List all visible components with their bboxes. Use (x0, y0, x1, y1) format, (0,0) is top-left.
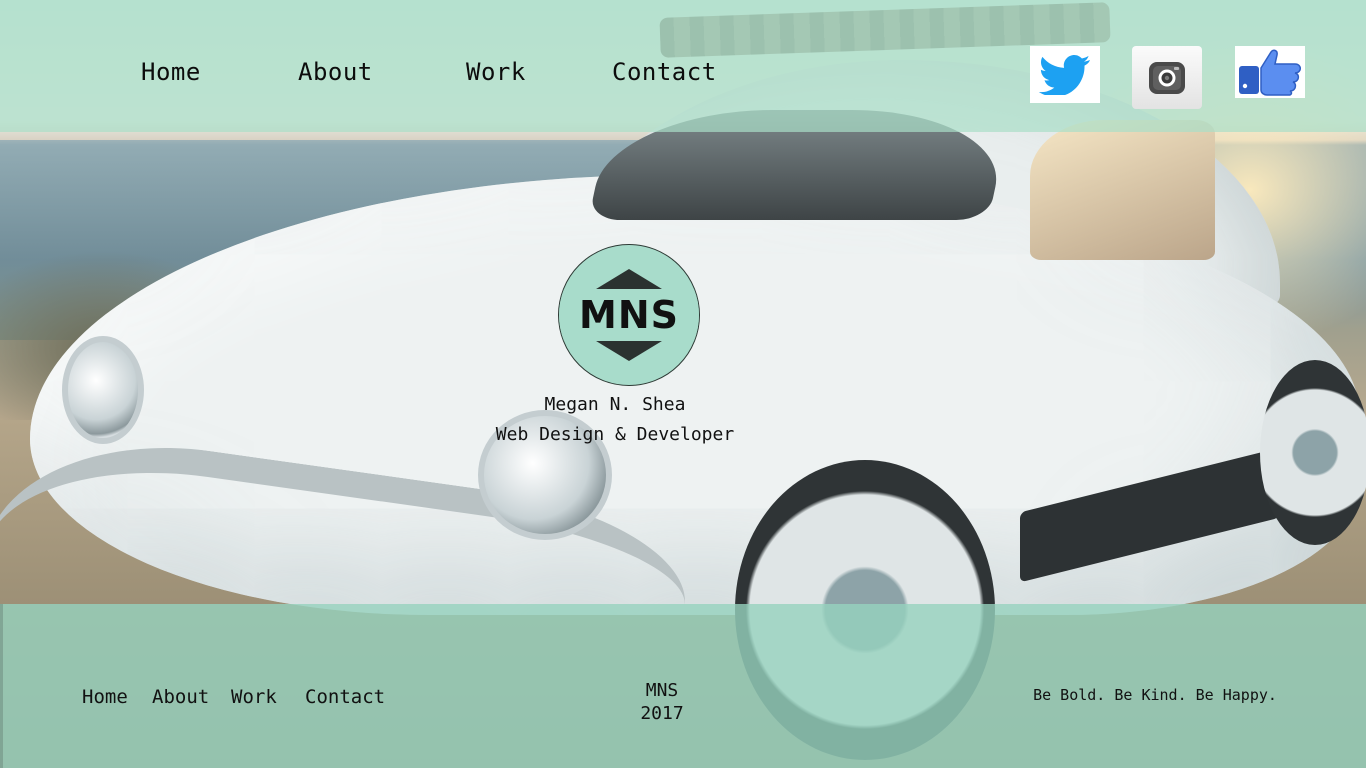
nav-contact-link[interactable]: Contact (612, 58, 717, 86)
footer-year: 2017 (640, 703, 684, 724)
nav-home-link[interactable]: Home (141, 58, 201, 86)
owner-name: Megan N. Shea (544, 394, 686, 415)
car-headlight-left (62, 336, 144, 444)
twitter-bird-icon (1038, 54, 1090, 95)
footer-work-link[interactable]: Work (231, 686, 277, 708)
footer-brand-name: MNS (645, 680, 679, 701)
footer-about-link[interactable]: About (152, 686, 209, 708)
thumbs-up-icon (1239, 49, 1301, 96)
footer-contact-link[interactable]: Contact (305, 686, 385, 708)
car-side-window (1030, 120, 1215, 260)
owner-title: Web Design & Developer (495, 424, 735, 445)
instagram-link[interactable] (1132, 46, 1202, 109)
nav-about-link[interactable]: About (298, 58, 373, 86)
twitter-link[interactable] (1030, 46, 1100, 103)
logo-text: MNS (559, 289, 699, 341)
footer-tagline: Be Bold. Be Kind. Be Happy. (1033, 686, 1277, 704)
mns-logo: MNS (558, 244, 700, 386)
footer-home-link[interactable]: Home (82, 686, 128, 708)
camera-icon (1149, 61, 1185, 94)
facebook-link[interactable] (1235, 46, 1305, 98)
footer-brand: MNS 2017 (620, 679, 704, 725)
nav-work-link[interactable]: Work (466, 58, 526, 86)
car-wheel-rear (1260, 360, 1366, 545)
